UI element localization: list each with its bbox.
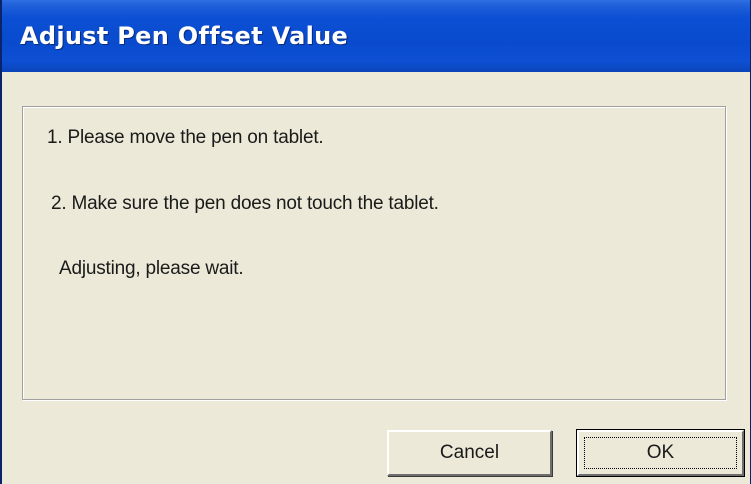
instruction-line-1: 1. Please move the pen on tablet. — [47, 127, 324, 148]
status-message: Adjusting, please wait. — [59, 258, 244, 279]
cancel-button-label: Cancel — [439, 442, 500, 463]
title-bar[interactable]: Adjust Pen Offset Value — [2, 0, 750, 72]
dialog-window: Adjust Pen Offset Value 1. Please move t… — [0, 0, 751, 484]
instruction-line-2: 2. Make sure the pen does not touch the … — [51, 193, 439, 214]
cancel-button[interactable]: Cancel — [387, 430, 552, 476]
ok-button-label: OK — [646, 442, 675, 463]
dialog-title: Adjust Pen Offset Value — [20, 22, 349, 50]
ok-button[interactable]: OK — [576, 429, 745, 477]
message-panel: 1. Please move the pen on tablet. 2. Mak… — [22, 106, 726, 400]
